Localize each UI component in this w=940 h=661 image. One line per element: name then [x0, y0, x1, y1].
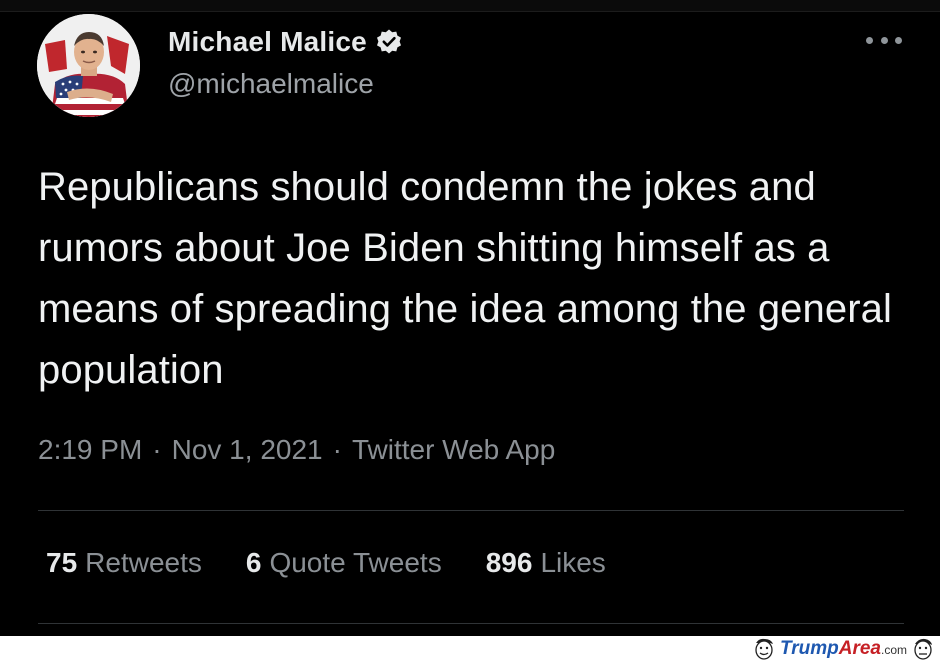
- tweet-source[interactable]: Twitter Web App: [352, 434, 555, 466]
- tweet-metadata: 2:19 PM · Nov 1, 2021 · Twitter Web App: [38, 434, 555, 466]
- tweet-card: Michael Malice @michaelmalice Republican…: [0, 0, 940, 636]
- more-options-icon[interactable]: [866, 30, 902, 50]
- likes-label: Likes: [540, 547, 606, 578]
- retweets-stat[interactable]: 75 Retweets: [46, 547, 202, 579]
- engagement-stats: 75 Retweets 6 Quote Tweets 896 Likes: [46, 547, 650, 579]
- divider: [38, 623, 904, 624]
- tweet-date[interactable]: Nov 1, 2021: [172, 434, 323, 466]
- separator: ·: [332, 434, 342, 465]
- quote-tweets-stat[interactable]: 6 Quote Tweets: [246, 547, 442, 579]
- watermark: TrumpArea.com: [751, 637, 936, 661]
- tweet-text: Republicans should condemn the jokes and…: [38, 165, 892, 392]
- quote-tweets-count: 6: [245, 547, 262, 578]
- name-row: Michael Malice: [168, 24, 403, 60]
- display-name[interactable]: Michael Malice: [168, 26, 367, 58]
- quote-tweets-label: Quote Tweets: [269, 547, 442, 578]
- watermark-text: TrumpArea.com: [780, 638, 907, 660]
- more-dot: [880, 36, 888, 44]
- watermark-bar: TrumpArea.com: [0, 636, 940, 661]
- divider: [38, 510, 904, 511]
- verified-badge-icon: [376, 29, 401, 54]
- tweet-time[interactable]: 2:19 PM: [38, 434, 142, 466]
- cartoon-face-icon: [755, 638, 773, 660]
- retweets-count: 75: [46, 547, 78, 578]
- watermark-trump: Trump: [779, 638, 839, 659]
- retweets-label: Retweets: [85, 547, 202, 578]
- top-border: [0, 0, 940, 12]
- user-handle[interactable]: @michaelmalice: [168, 68, 374, 100]
- likes-count: 896: [485, 547, 533, 578]
- avatar[interactable]: [37, 14, 140, 117]
- likes-stat[interactable]: 896 Likes: [486, 547, 606, 579]
- watermark-com: .com: [880, 643, 907, 657]
- more-dot: [866, 36, 873, 44]
- cartoon-face-icon: [914, 638, 932, 660]
- watermark-area: Area: [838, 638, 881, 659]
- separator: ·: [152, 434, 162, 465]
- more-dot: [895, 36, 902, 44]
